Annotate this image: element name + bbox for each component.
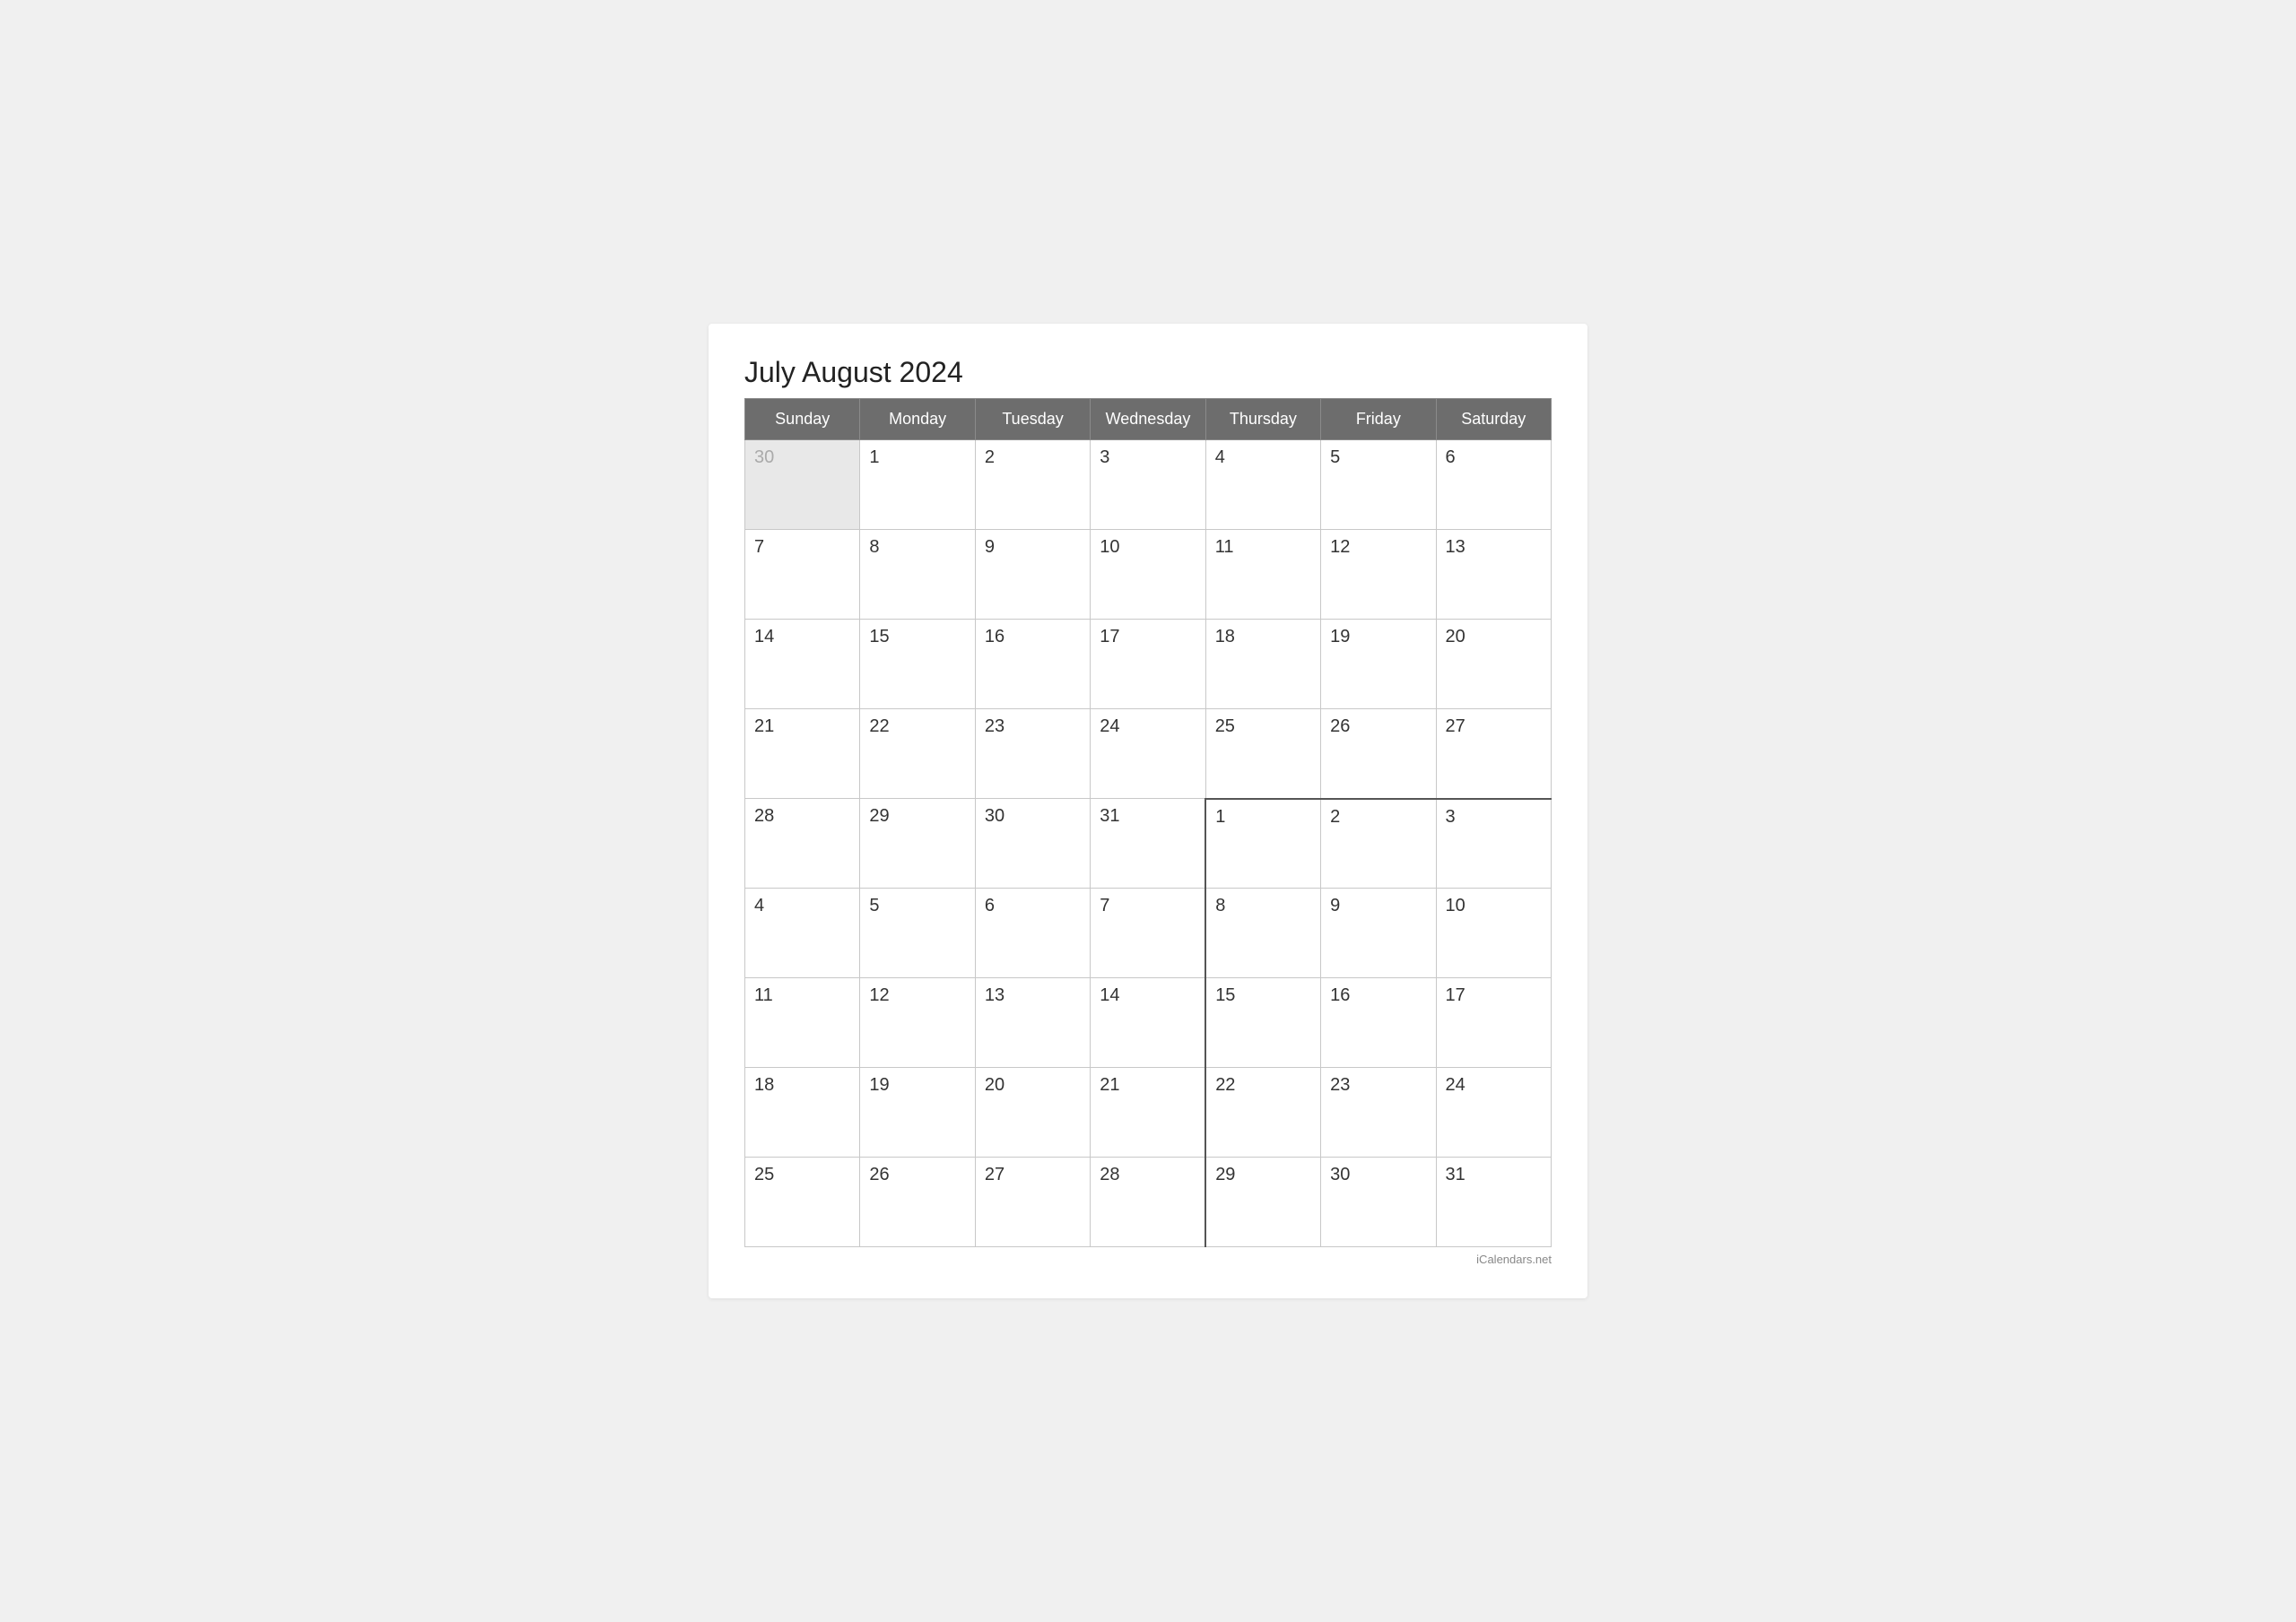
week-row: 18192021222324	[745, 1068, 1552, 1158]
day-header-wednesday: Wednesday	[1091, 399, 1205, 440]
calendar-cell: 3	[1091, 440, 1205, 530]
day-header-friday: Friday	[1321, 399, 1436, 440]
week-row: 14151617181920	[745, 620, 1552, 709]
calendar-cell: 28	[745, 799, 860, 889]
calendar-cell: 23	[975, 709, 1090, 799]
calendar-cell: 21	[745, 709, 860, 799]
calendar-cell: 4	[1205, 440, 1320, 530]
calendar-cell: 20	[975, 1068, 1090, 1158]
calendar-cell: 24	[1436, 1068, 1551, 1158]
calendar-cell: 23	[1321, 1068, 1436, 1158]
calendar-cell: 13	[975, 978, 1090, 1068]
calendar-cell: 18	[1205, 620, 1320, 709]
calendar-cell: 19	[860, 1068, 975, 1158]
calendar-cell: 13	[1436, 530, 1551, 620]
calendar-cell: 24	[1091, 709, 1205, 799]
calendar-cell: 25	[745, 1158, 860, 1247]
calendar-cell: 3	[1436, 799, 1551, 889]
calendar-container: July August 2024 SundayMondayTuesdayWedn…	[709, 324, 1587, 1298]
calendar-cell: 31	[1091, 799, 1205, 889]
calendar-cell: 27	[975, 1158, 1090, 1247]
calendar-cell: 4	[745, 889, 860, 978]
calendar-cell: 9	[1321, 889, 1436, 978]
calendar-cell: 5	[860, 889, 975, 978]
calendar-cell: 11	[1205, 530, 1320, 620]
day-header-monday: Monday	[860, 399, 975, 440]
calendar-cell: 10	[1436, 889, 1551, 978]
calendar-table: SundayMondayTuesdayWednesdayThursdayFrid…	[744, 398, 1552, 1247]
calendar-cell: 5	[1321, 440, 1436, 530]
week-row: 11121314151617	[745, 978, 1552, 1068]
calendar-cell: 7	[1091, 889, 1205, 978]
calendar-cell: 2	[1321, 799, 1436, 889]
calendar-cell: 17	[1091, 620, 1205, 709]
calendar-cell: 26	[860, 1158, 975, 1247]
calendar-cell: 30	[975, 799, 1090, 889]
day-header-sunday: Sunday	[745, 399, 860, 440]
calendar-cell: 9	[975, 530, 1090, 620]
calendar-cell: 17	[1436, 978, 1551, 1068]
calendar-cell: 30	[745, 440, 860, 530]
calendar-cell: 10	[1091, 530, 1205, 620]
calendar-cell: 26	[1321, 709, 1436, 799]
calendar-cell: 14	[745, 620, 860, 709]
calendar-cell: 1	[860, 440, 975, 530]
calendar-cell: 1	[1205, 799, 1320, 889]
calendar-cell: 29	[1205, 1158, 1320, 1247]
calendar-cell: 8	[1205, 889, 1320, 978]
calendar-cell: 12	[1321, 530, 1436, 620]
footer-credit: iCalendars.net	[744, 1253, 1552, 1266]
week-row: 25262728293031	[745, 1158, 1552, 1247]
calendar-cell: 8	[860, 530, 975, 620]
calendar-cell: 16	[1321, 978, 1436, 1068]
week-row: 21222324252627	[745, 709, 1552, 799]
week-row: 78910111213	[745, 530, 1552, 620]
calendar-cell: 30	[1321, 1158, 1436, 1247]
calendar-cell: 19	[1321, 620, 1436, 709]
day-header-saturday: Saturday	[1436, 399, 1551, 440]
calendar-cell: 22	[860, 709, 975, 799]
calendar-cell: 25	[1205, 709, 1320, 799]
calendar-cell: 6	[975, 889, 1090, 978]
calendar-cell: 18	[745, 1068, 860, 1158]
calendar-cell: 22	[1205, 1068, 1320, 1158]
calendar-cell: 16	[975, 620, 1090, 709]
calendar-cell: 12	[860, 978, 975, 1068]
calendar-cell: 29	[860, 799, 975, 889]
header-row: SundayMondayTuesdayWednesdayThursdayFrid…	[745, 399, 1552, 440]
calendar-cell: 6	[1436, 440, 1551, 530]
calendar-cell: 15	[1205, 978, 1320, 1068]
day-header-tuesday: Tuesday	[975, 399, 1090, 440]
calendar-cell: 21	[1091, 1068, 1205, 1158]
week-row: 30123456	[745, 440, 1552, 530]
calendar-cell: 7	[745, 530, 860, 620]
calendar-cell: 14	[1091, 978, 1205, 1068]
calendar-cell: 28	[1091, 1158, 1205, 1247]
calendar-cell: 20	[1436, 620, 1551, 709]
calendar-cell: 2	[975, 440, 1090, 530]
calendar-cell: 27	[1436, 709, 1551, 799]
week-row: 28293031123	[745, 799, 1552, 889]
week-row: 45678910	[745, 889, 1552, 978]
day-header-thursday: Thursday	[1205, 399, 1320, 440]
calendar-cell: 31	[1436, 1158, 1551, 1247]
calendar-title: July August 2024	[744, 356, 1552, 389]
calendar-cell: 15	[860, 620, 975, 709]
calendar-cell: 11	[745, 978, 860, 1068]
